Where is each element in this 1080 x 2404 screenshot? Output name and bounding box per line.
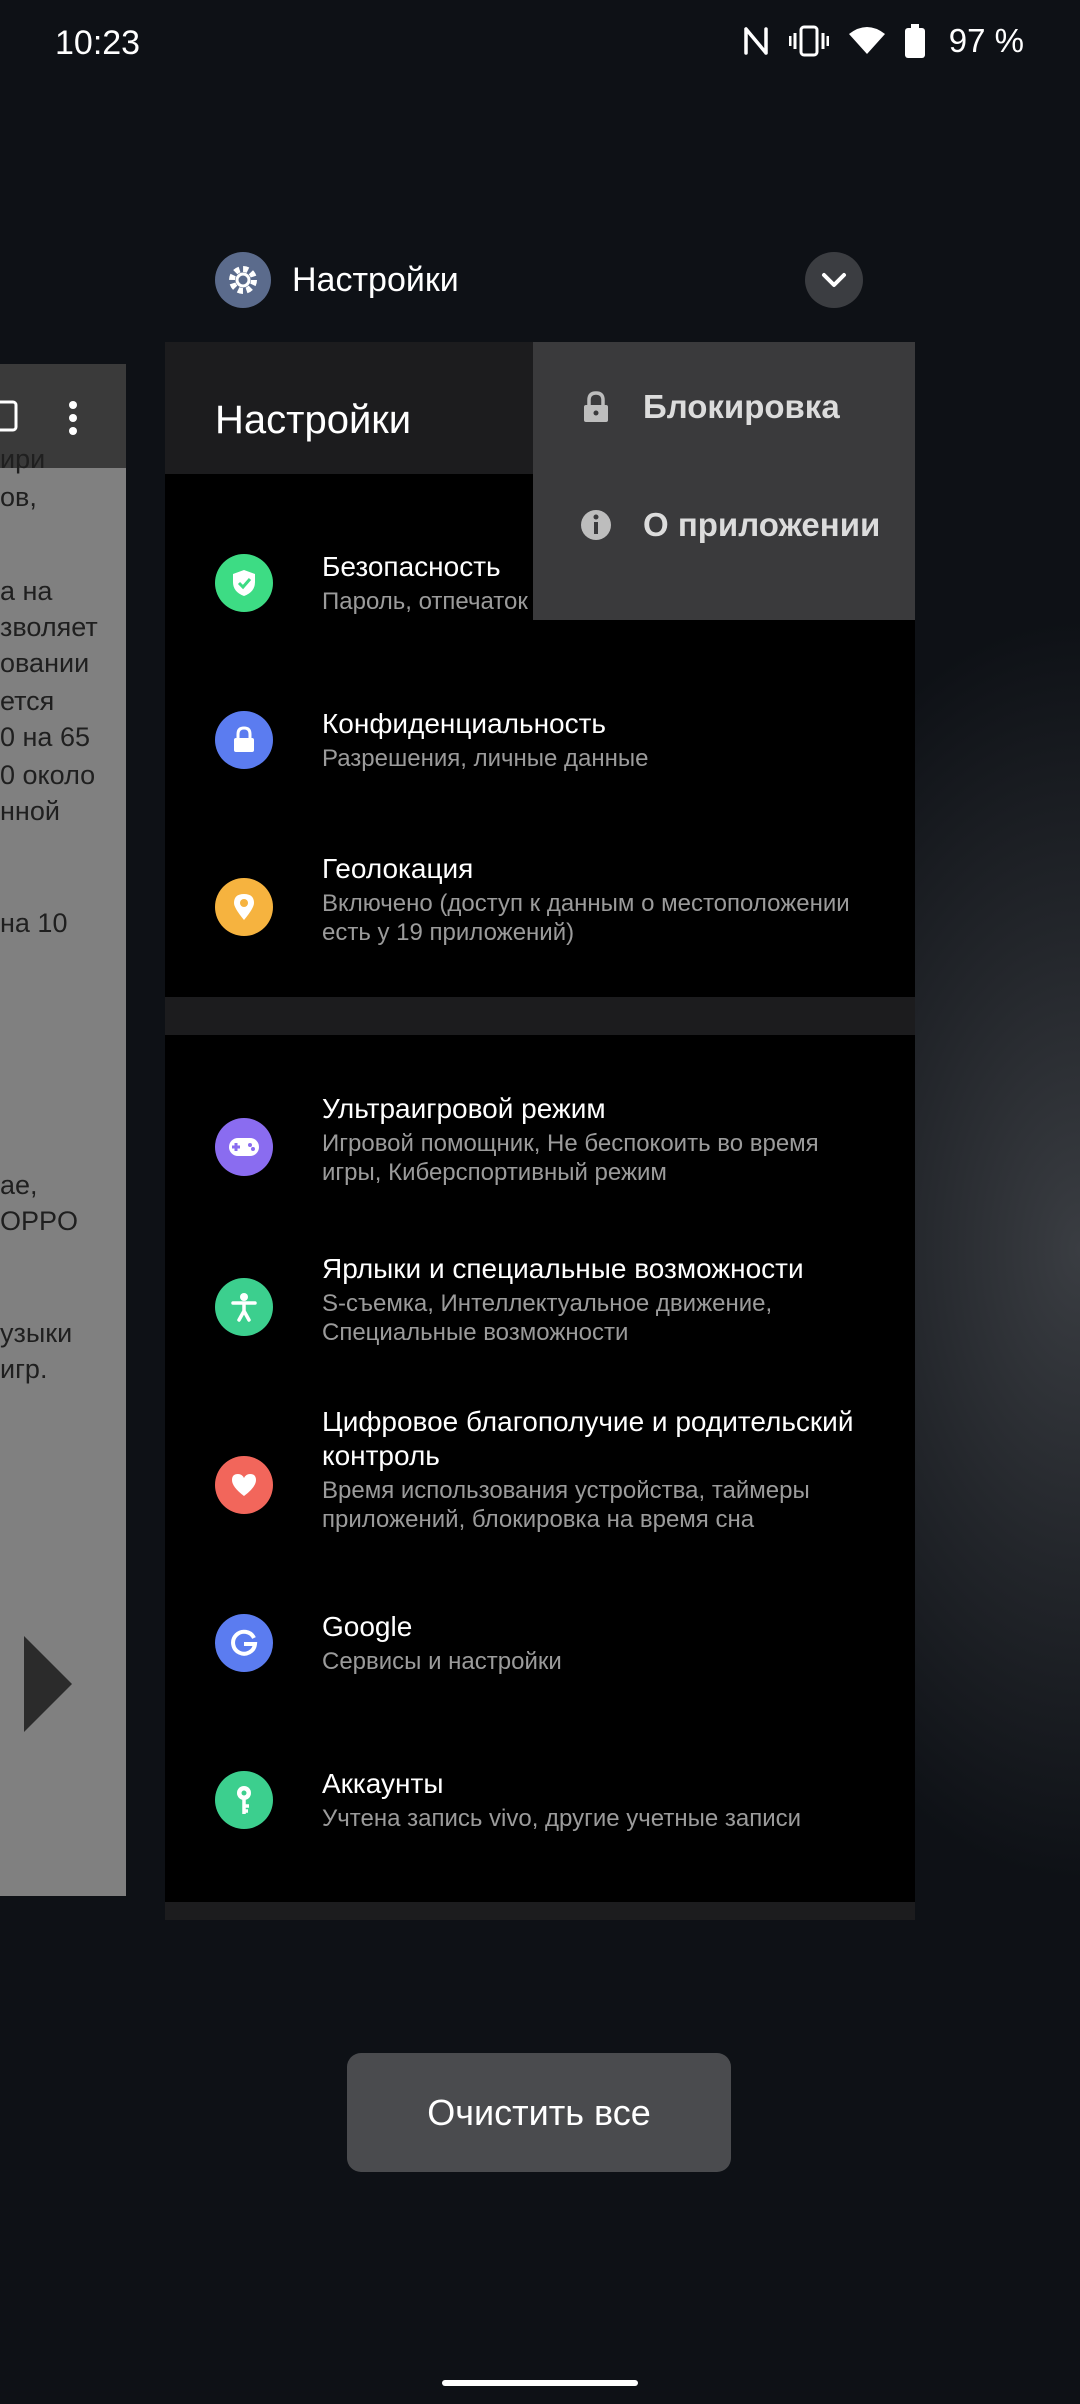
- article-text: ири: [0, 444, 46, 474]
- more-options-icon: [69, 401, 77, 435]
- article-text: на 10: [0, 908, 68, 938]
- article-text: ае,: [0, 1170, 38, 1200]
- battery-icon: [904, 24, 925, 58]
- item-title: Геолокация: [322, 853, 474, 884]
- status-time: 10:23: [55, 24, 141, 62]
- section-divider: [165, 1902, 915, 1920]
- vibrate-icon: [788, 25, 829, 57]
- settings-item-digital-wellbeing[interactable]: Цифровое благополучие и родительский кон…: [165, 1405, 915, 1565]
- nfc-icon: [743, 25, 769, 57]
- article-text: узыки: [0, 1318, 73, 1348]
- item-title: Ярлыки и специальные возможности: [322, 1253, 804, 1284]
- app-title: Настройки: [292, 261, 459, 299]
- menu-item-label: Блокировка: [643, 388, 840, 425]
- gamepad-icon: [215, 1118, 273, 1176]
- lock-icon: [215, 711, 273, 769]
- settings-item-google[interactable]: Google Сервисы и настройки: [165, 1602, 915, 1712]
- article-text: ов,: [0, 482, 37, 512]
- settings-title: Настройки: [215, 398, 412, 442]
- wifi-icon: [848, 26, 885, 56]
- lock-icon: [584, 391, 608, 422]
- article-text: игр.: [0, 1354, 48, 1384]
- info-icon: [581, 510, 611, 540]
- item-title: Ультраигровой режим: [322, 1093, 606, 1124]
- play-icon[interactable]: [24, 1636, 72, 1732]
- item-title: Цифровое благополучие и родительский кон…: [322, 1406, 854, 1471]
- location-icon: [215, 878, 273, 936]
- status-bar: 10:23 97 %: [0, 0, 1080, 90]
- status-icons: 97 %: [743, 22, 1024, 60]
- item-subtitle: Включено (доступ к данным о местоположен…: [322, 890, 850, 946]
- previous-app-card[interactable]: ири ов, а на зволяет овании ется 0 на 65…: [0, 364, 126, 1896]
- settings-item-accessibility[interactable]: Ярлыки и специальные возможности S-съемк…: [165, 1242, 915, 1372]
- google-icon: [215, 1614, 273, 1672]
- article-text: OPPO: [0, 1206, 79, 1236]
- item-subtitle: Время использования устройства, таймеры …: [322, 1477, 810, 1533]
- settings-item-game-mode[interactable]: Ультраигровой режим Игровой помощник, Не…: [165, 1082, 915, 1212]
- clear-all-button[interactable]: Очистить все: [347, 2053, 731, 2172]
- article-text: 0 около: [0, 760, 96, 790]
- item-title: Аккаунты: [322, 1768, 444, 1799]
- expand-button[interactable]: [805, 252, 863, 308]
- item-subtitle: Игровой помощник, Не беспокоить во время…: [322, 1130, 819, 1186]
- chevron-down-icon: [822, 273, 846, 287]
- home-indicator[interactable]: [442, 2380, 638, 2386]
- menu-item-app-info[interactable]: О приложении: [533, 470, 915, 580]
- app-options-menu: Блокировка О приложении: [533, 342, 915, 620]
- menu-item-lock[interactable]: Блокировка: [533, 352, 915, 462]
- settings-item-privacy[interactable]: Конфиденциальность Разрешения, личные да…: [165, 699, 915, 809]
- item-subtitle: Учтена запись vivo, другие учетные запис…: [322, 1805, 802, 1832]
- item-subtitle: S-съемка, Интеллектуальное движение, Спе…: [322, 1290, 773, 1346]
- item-subtitle: Разрешения, личные данные: [322, 745, 649, 772]
- key-icon: [215, 1771, 273, 1829]
- article-text: ется: [0, 686, 55, 716]
- item-title: Конфиденциальность: [322, 708, 607, 739]
- menu-item-label: О приложении: [643, 506, 881, 543]
- app-header: Настройки: [215, 252, 865, 308]
- accessibility-icon: [215, 1278, 273, 1336]
- article-text: а на: [0, 576, 53, 606]
- shield-icon: [215, 554, 273, 612]
- article-text: овании: [0, 648, 90, 678]
- article-text: 0 на 65: [0, 722, 90, 752]
- heart-icon: [215, 1456, 273, 1514]
- gear-icon: [215, 252, 271, 308]
- item-title: Google: [322, 1611, 413, 1642]
- settings-item-accounts[interactable]: Аккаунты Учтена запись vivo, другие учет…: [165, 1759, 915, 1869]
- article-text: нной: [0, 796, 60, 826]
- battery-percent: 97 %: [948, 22, 1024, 59]
- section-divider: [165, 997, 915, 1035]
- item-subtitle: Сервисы и настройки: [322, 1648, 562, 1675]
- settings-item-location[interactable]: Геолокация Включено (доступ к данным о м…: [165, 842, 915, 972]
- article-text: зволяет: [0, 612, 98, 642]
